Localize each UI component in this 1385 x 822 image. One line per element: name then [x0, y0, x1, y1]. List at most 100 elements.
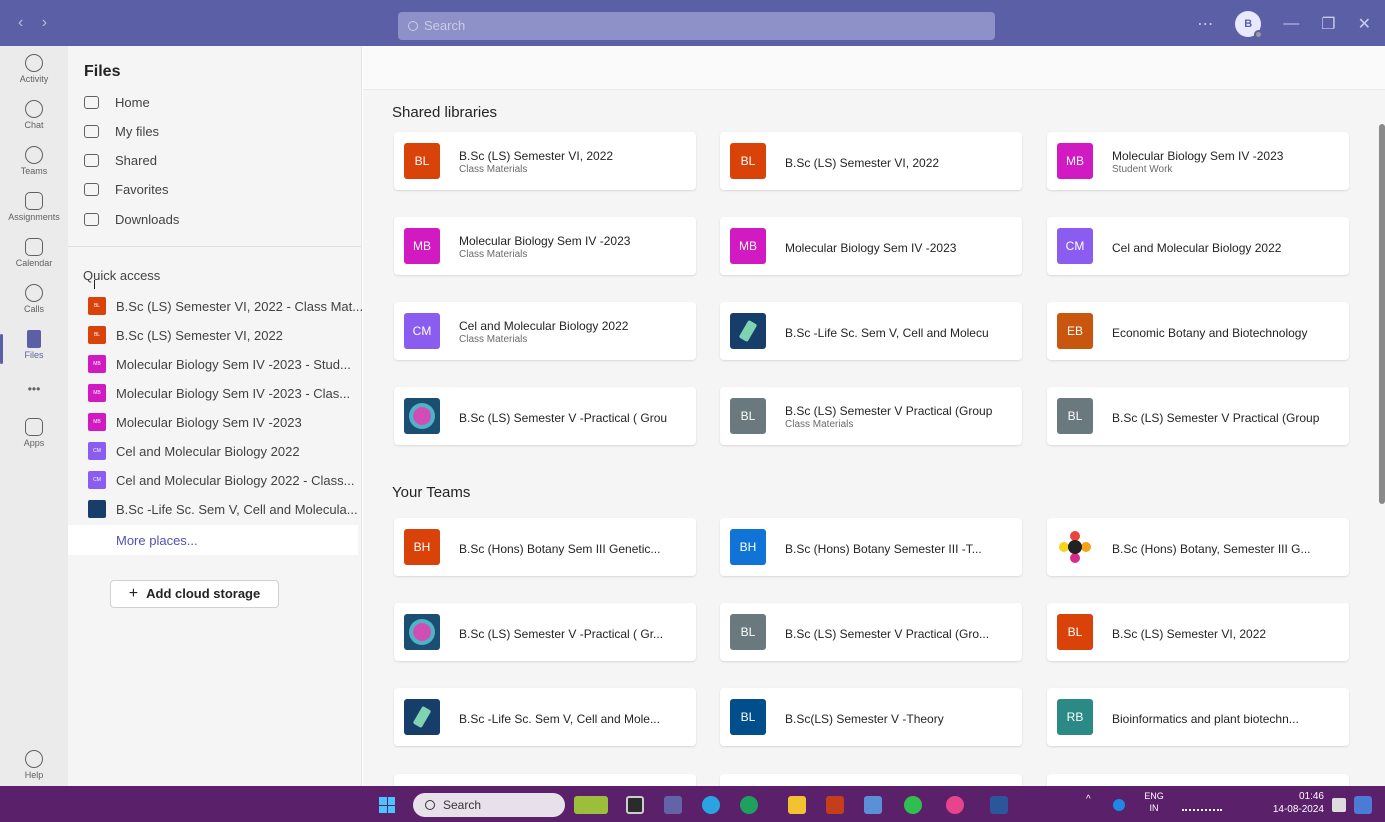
scrollbar[interactable] [1379, 124, 1385, 504]
rail-calendar[interactable]: Calendar [0, 238, 68, 268]
tray-chevron[interactable]: ^ [1086, 794, 1091, 805]
quick-access-label: Cel and Molecular Biology 2022 [116, 443, 300, 459]
close-button[interactable]: ✕ [1358, 14, 1371, 34]
team-card[interactable]: B.Sc (LS) Semester V -Practical ( Gr... [394, 603, 696, 661]
library-card[interactable]: CM Cel and Molecular Biology 2022 [1047, 217, 1349, 275]
more-options-button[interactable]: ⋯ [1197, 14, 1213, 34]
rail-chat[interactable]: Chat [0, 100, 68, 130]
word-icon[interactable] [990, 796, 1008, 814]
rail-help[interactable]: Help [0, 750, 68, 780]
rail-files[interactable]: Files [0, 330, 68, 360]
quick-access-item[interactable]: MB Molecular Biology Sem IV -2023 - Stud.… [88, 354, 351, 374]
telegram-icon[interactable] [702, 796, 720, 814]
nav-downloads[interactable]: Downloads [84, 208, 179, 230]
library-card-partial[interactable] [394, 774, 696, 786]
team-card[interactable]: BL B.Sc(LS) Semester V -Theory [720, 688, 1022, 746]
team-card[interactable]: BL B.Sc (LS) Semester VI, 2022 [1047, 603, 1349, 661]
folder-app-icon[interactable] [788, 796, 806, 814]
rail-apps[interactable]: Apps [0, 418, 68, 448]
quick-access-item[interactable]: BL B.Sc (LS) Semester VI, 2022 - Class Ma… [88, 296, 363, 316]
team-card[interactable]: B.Sc -Life Sc. Sem V, Cell and Mole... [394, 688, 696, 746]
nav-home[interactable]: Home [84, 91, 150, 113]
widget-icon[interactable] [574, 796, 608, 814]
your-teams-title: Your Teams [392, 484, 471, 501]
more-places-label: More places... [116, 533, 198, 548]
team-card[interactable]: B.Sc (Hons) Botany, Semester III G... [1047, 518, 1349, 576]
library-card[interactable]: EB Economic Botany and Biotechnology [1047, 302, 1349, 360]
team-card[interactable]: BL B.Sc (LS) Semester V Practical (Gro... [720, 603, 1022, 661]
more-places-link[interactable]: More places... [68, 525, 358, 555]
library-card[interactable]: B.Sc (LS) Semester V -Practical ( Grou [394, 387, 696, 445]
add-cloud-storage-button[interactable]: + Add cloud storage [110, 580, 279, 608]
calendar-icon [25, 238, 43, 256]
clock-time: 01:46 [1298, 791, 1324, 802]
nav-my-files[interactable]: My files [84, 120, 159, 142]
restore-button[interactable]: ❐ [1321, 14, 1335, 34]
apps-icon [25, 418, 43, 436]
card-title: Molecular Biology Sem IV -2023 [1112, 149, 1284, 163]
minimize-button[interactable]: — [1283, 15, 1299, 33]
team-image-icon [404, 614, 440, 650]
back-button[interactable]: ‹ [18, 14, 23, 31]
team-badge-icon: BL [1057, 614, 1093, 650]
clock[interactable]: 01:46 14-08-2024 [1272, 790, 1324, 816]
powerpoint-icon[interactable] [826, 796, 844, 814]
avatar[interactable]: B [1235, 11, 1264, 39]
quick-access-item[interactable]: B.Sc -Life Sc. Sem V, Cell and Molecula.… [88, 499, 358, 519]
team-badge-icon: BL [730, 143, 766, 179]
forward-button[interactable]: › [42, 14, 47, 31]
library-card[interactable]: BL B.Sc (LS) Semester VI, 2022 [720, 132, 1022, 190]
team-badge-icon: MB [1057, 143, 1093, 179]
search-icon [408, 21, 418, 31]
team-badge-icon: BL [404, 143, 440, 179]
library-card[interactable]: CM Cel and Molecular Biology 2022 Class Ma… [394, 302, 696, 360]
notification-icon[interactable] [1332, 798, 1346, 812]
team-card[interactable]: BH B.Sc (Hons) Botany Sem III Genetic... [394, 518, 696, 576]
rail-label: Activity [19, 74, 49, 84]
copilot-icon[interactable] [1354, 796, 1372, 814]
team-badge-icon: MB [88, 355, 106, 373]
whatsapp-icon[interactable] [904, 796, 922, 814]
library-card[interactable]: MB Molecular Biology Sem IV -2023 [720, 217, 1022, 275]
rail-assignments[interactable]: Assignments [0, 192, 68, 222]
windows-start-icon[interactable] [379, 797, 395, 813]
rail-activity[interactable]: Activity [0, 54, 68, 84]
nav-favorites[interactable]: Favorites [84, 178, 168, 200]
edge-icon[interactable] [740, 796, 758, 814]
team-badge-icon: BL [730, 614, 766, 650]
add-cloud-label: Add cloud storage [146, 586, 261, 601]
library-card-partial[interactable] [720, 774, 1022, 786]
brave-icon[interactable] [946, 796, 964, 814]
nav-shared[interactable]: Shared [84, 149, 157, 171]
library-card[interactable]: MB Molecular Biology Sem IV -2023 Class Ma… [394, 217, 696, 275]
card-subtitle: Class Materials [785, 419, 854, 430]
library-card[interactable]: B.Sc -Life Sc. Sem V, Cell and Molecu [720, 302, 1022, 360]
rail-teams[interactable]: Teams [0, 146, 68, 176]
lang-bottom: IN [1149, 803, 1159, 813]
quick-access-item[interactable]: CM Cel and Molecular Biology 2022 - Class… [88, 470, 354, 490]
language-indicator[interactable]: ENG IN [1143, 790, 1165, 814]
card-title: B.Sc (Hons) Botany Sem III Genetic... [459, 542, 661, 556]
quick-access-item[interactable]: MB Molecular Biology Sem IV -2023 - Clas.… [88, 383, 350, 403]
library-card[interactable]: MB Molecular Biology Sem IV -2023 Student … [1047, 132, 1349, 190]
rail-calls[interactable]: Calls [0, 284, 68, 314]
taskbar-search[interactable]: Search [413, 793, 565, 817]
wifi-volume-battery-icon[interactable] [1182, 799, 1222, 811]
library-card-partial[interactable] [1047, 774, 1349, 786]
quick-access-item[interactable]: MB Molecular Biology Sem IV -2023 [88, 412, 348, 432]
team-badge-icon: BL [730, 398, 766, 434]
team-badge-icon: MB [88, 384, 106, 402]
snip-icon[interactable] [864, 796, 882, 814]
bluetooth-icon[interactable] [1113, 799, 1125, 811]
library-card[interactable]: BL B.Sc (LS) Semester V Practical (Group C… [720, 387, 1022, 445]
quick-access-item[interactable]: CM Cel and Molecular Biology 2022 [88, 441, 348, 461]
teams-app-icon[interactable] [664, 796, 682, 814]
library-card[interactable]: BL B.Sc (LS) Semester VI, 2022 Class Mater… [394, 132, 696, 190]
library-card[interactable]: BL B.Sc (LS) Semester V Practical (Group [1047, 387, 1349, 445]
team-card[interactable]: RB Bioinformatics and plant biotechn... [1047, 688, 1349, 746]
task-view-icon[interactable] [626, 796, 644, 814]
quick-access-item[interactable]: BL B.Sc (LS) Semester VI, 2022 [88, 325, 348, 345]
rail-more[interactable]: ••• [0, 382, 68, 396]
team-card[interactable]: BH B.Sc (Hons) Botany Semester III -T... [720, 518, 1022, 576]
search-input[interactable]: Search [398, 12, 995, 40]
